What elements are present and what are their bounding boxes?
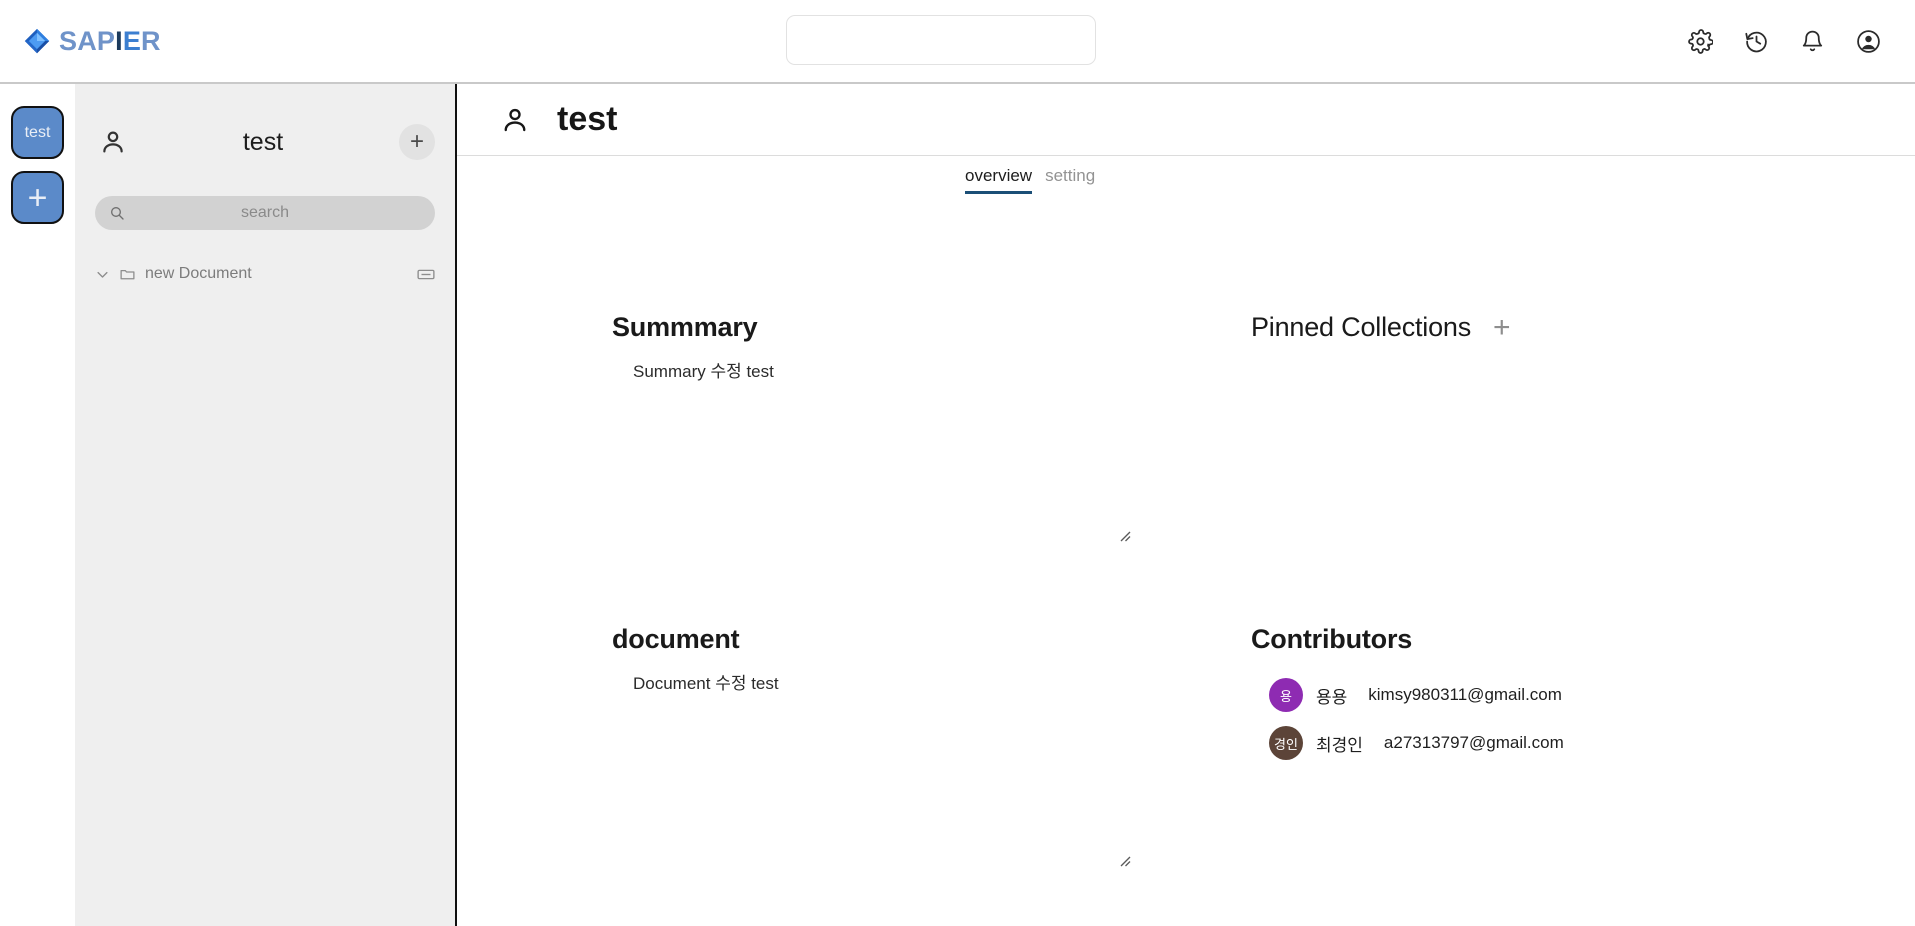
brand-text-part3: E <box>122 25 142 56</box>
rail-workspace-test[interactable]: test <box>11 106 64 159</box>
history-icon[interactable] <box>1744 29 1769 54</box>
top-bar-actions <box>1688 28 1881 54</box>
summary-resize-handle[interactable] <box>1116 527 1132 543</box>
sapier-diamond-icon <box>24 28 50 54</box>
contributor-name: 최경인 <box>1316 735 1363 755</box>
main-content: test overview setting Summmary Summary 수… <box>457 84 1915 926</box>
brand-text-part1: SAP <box>59 25 116 56</box>
notifications-icon[interactable] <box>1800 29 1825 54</box>
avatar-initials: 경인 <box>1274 736 1298 752</box>
contributors-heading: Contributors <box>1251 624 1413 654</box>
document-heading: document <box>612 624 740 654</box>
contributor-row[interactable]: 용 용용 kimsy980311@gmail.com <box>1269 671 1771 719</box>
resize-grip-icon <box>1120 531 1131 542</box>
summary-section: Summmary Summary 수정 test <box>612 312 1132 542</box>
sidebar-panel: test + new Document <box>75 84 457 926</box>
settings-icon[interactable] <box>1688 28 1713 54</box>
page-title: test <box>557 100 618 138</box>
tree-item-label: new Document <box>145 265 252 282</box>
document-tree: new Document <box>75 258 455 290</box>
account-icon[interactable] <box>1856 29 1881 54</box>
sidebar-search-input[interactable] <box>95 196 435 230</box>
sidebar-search-container <box>95 196 435 230</box>
contributors-list: 용 용용 kimsy980311@gmail.com 경인 최경인 a27313… <box>1251 671 1771 767</box>
pinned-collections-heading: Pinned Collections <box>1251 312 1472 342</box>
tab-setting[interactable]: setting <box>1045 166 1095 194</box>
tab-bar: overview setting <box>457 156 1915 194</box>
plus-icon: + <box>409 128 424 155</box>
plus-icon: + <box>27 178 48 217</box>
document-content[interactable]: Document 수정 test <box>633 669 1132 694</box>
summary-content[interactable]: Summary 수정 test <box>633 357 1132 382</box>
person-icon <box>504 108 526 131</box>
pinned-collections-add-button[interactable]: + <box>1493 312 1511 343</box>
main-header: test <box>457 84 1915 156</box>
brand-text: SAP I E R <box>59 26 161 57</box>
brand-text-part4: R <box>141 25 161 56</box>
contributor-name: 용용 <box>1316 687 1348 707</box>
app-body: test + test + search new Document test o… <box>0 84 1915 926</box>
chevron-down-icon[interactable] <box>95 267 110 282</box>
brand-text-part2: I <box>115 25 123 56</box>
document-section: document Document 수정 test <box>612 624 1132 867</box>
contributors-section: Contributors 용 용용 kimsy980311@gmail.com … <box>1251 624 1771 767</box>
sidebar-header: test + <box>75 120 455 164</box>
avatar: 용 <box>1269 678 1303 712</box>
contributor-email: a27313797@gmail.com <box>1383 733 1564 752</box>
collapse-toggle-icon[interactable] <box>417 269 435 280</box>
rail-add-workspace-button[interactable]: + <box>11 171 64 224</box>
rail-workspace-label: test <box>24 123 51 141</box>
pinned-collections-section: Pinned Collections + <box>1251 312 1771 343</box>
contributor-row[interactable]: 경인 최경인 a27313797@gmail.com <box>1269 719 1771 767</box>
workspace-rail: test + <box>0 84 75 926</box>
tree-item-new-document[interactable]: new Document <box>75 258 455 290</box>
document-resize-handle[interactable] <box>1116 852 1132 868</box>
summary-heading: Summmary <box>612 312 758 342</box>
global-search-input[interactable] <box>786 15 1096 65</box>
avatar-initials: 용 <box>1280 688 1292 704</box>
tab-overview[interactable]: overview <box>965 166 1033 194</box>
top-bar: SAP I E R <box>0 0 1915 84</box>
contributor-email: kimsy980311@gmail.com <box>1368 685 1562 704</box>
resize-grip-icon <box>1120 856 1131 867</box>
overview-panels: Summmary Summary 수정 test Pinned Collecti… <box>457 194 1915 926</box>
person-icon <box>103 131 123 153</box>
search-icon <box>111 207 124 220</box>
brand-logo[interactable]: SAP I E R <box>24 26 161 57</box>
avatar: 경인 <box>1269 726 1303 760</box>
sidebar-title: test <box>242 127 284 156</box>
sidebar-add-button[interactable]: + <box>399 124 435 160</box>
folder-icon <box>120 269 135 279</box>
